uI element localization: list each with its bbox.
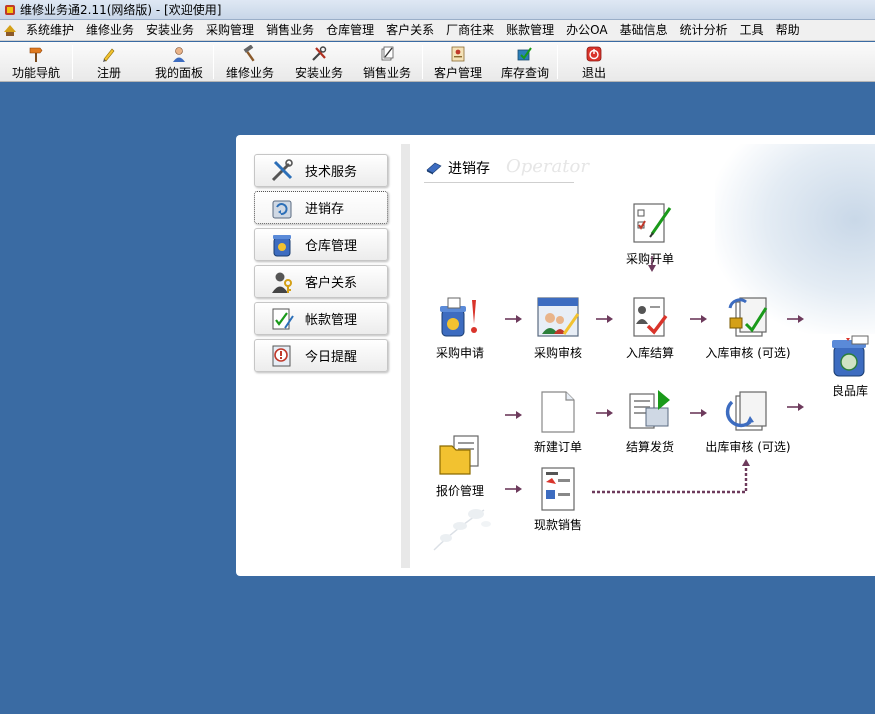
contact-card-icon	[451, 46, 465, 62]
arrow-request-to-review-head	[516, 315, 522, 323]
dashboard-button[interactable]: 我的面板	[145, 42, 213, 82]
hammer-icon	[243, 45, 255, 62]
window-title: 维修业务通2.11(网络版) - [欢迎使用]	[20, 3, 222, 17]
sidebar-item-accounts[interactable]: 帐款管理	[254, 302, 388, 335]
module-sidebar: 技术服务 进销存 仓库管理 客户关系 帐款管理 今日提醒	[244, 144, 401, 568]
workflow-area: Operator 进销存 采购开单 采购申请 采购审核 入库结算 入库审核 (可…	[410, 144, 875, 568]
menu-oa[interactable]: 办公OA	[560, 20, 613, 41]
arrow-review-to-settle-head	[607, 315, 613, 323]
arrow-order-to-ship-head	[607, 409, 613, 417]
arrow-to-new-order-head	[516, 411, 522, 419]
power-icon	[586, 46, 602, 62]
customer-button[interactable]: 客户管理	[423, 42, 493, 82]
arrow-outbound-to-stock-head	[798, 403, 804, 411]
signpost-icon	[29, 47, 43, 62]
checklist-icon	[272, 308, 294, 329]
arrow-to-cash-sale-head	[516, 485, 522, 493]
sidebar-item-tech-service[interactable]: 技术服务	[254, 154, 388, 187]
window-titlebar: 维修业务通2.11(网络版) - [欢迎使用]	[0, 0, 875, 20]
menu-accounts[interactable]: 账款管理	[500, 20, 560, 41]
main-panel: 技术服务 进销存 仓库管理 客户关系 帐款管理 今日提醒 Operator 进销…	[236, 135, 875, 576]
menu-bar: 系统维护 维修业务 安装业务 采购管理 销售业务 仓库管理 客户关系 厂商往来 …	[0, 20, 875, 41]
inventory-check-icon	[517, 47, 532, 61]
sidebar-item-warehouse[interactable]: 仓库管理	[254, 228, 388, 261]
user-icon	[173, 47, 185, 62]
sidebar-item-reminder[interactable]: 今日提醒	[254, 339, 388, 372]
recycle-cube-icon	[272, 200, 292, 218]
menu-warehouse[interactable]: 仓库管理	[320, 20, 380, 41]
documents-pen-icon	[381, 46, 394, 61]
menu-tools[interactable]: 工具	[734, 20, 770, 41]
arrow-settle-to-inbound-review-head	[701, 315, 707, 323]
arrow-ship-to-outbound-head	[701, 409, 707, 417]
menu-statistics[interactable]: 统计分析	[674, 20, 734, 41]
sidebar-item-inventory[interactable]: 进销存	[254, 191, 388, 224]
tools-icon	[271, 158, 293, 181]
dashed-connector-head	[742, 459, 750, 466]
sales-button[interactable]: 销售业务	[352, 42, 422, 82]
menu-repair[interactable]: 维修业务	[80, 20, 140, 41]
menu-vendor[interactable]: 厂商往来	[440, 20, 500, 41]
menu-help[interactable]: 帮助	[770, 20, 806, 41]
bin-icon	[273, 234, 291, 256]
dashed-connector-cash-to-outbound	[592, 466, 748, 494]
nav-button[interactable]: 功能导航	[0, 42, 72, 82]
system-menu-icon[interactable]	[2, 22, 18, 38]
register-button[interactable]: 注册	[73, 42, 145, 82]
tools-icon	[312, 46, 327, 61]
pencil-icon	[103, 48, 115, 62]
users-key-icon	[272, 272, 292, 293]
menu-system[interactable]: 系统维护	[20, 20, 80, 41]
toolbar: 功能导航 注册 我的面板 维修业务 安装业务 销售业务 客户管理 库存查询 退出	[0, 42, 875, 82]
arrow-inbound-to-stock-head	[798, 315, 804, 323]
menu-sales[interactable]: 销售业务	[260, 20, 320, 41]
menu-purchase[interactable]: 采购管理	[200, 20, 260, 41]
menu-basic-info[interactable]: 基础信息	[614, 20, 674, 41]
decorative-flower-icon	[433, 509, 491, 551]
repair-button[interactable]: 维修业务	[214, 42, 286, 82]
app-icon	[5, 4, 15, 15]
stock-query-button[interactable]: 库存查询	[493, 42, 557, 82]
alert-document-icon	[272, 345, 291, 366]
arrow-purchase-order-down-head	[648, 265, 656, 272]
exit-button[interactable]: 退出	[558, 42, 630, 82]
install-button[interactable]: 安装业务	[286, 42, 352, 82]
menu-install[interactable]: 安装业务	[140, 20, 200, 41]
sidebar-item-customer[interactable]: 客户关系	[254, 265, 388, 298]
menu-customer[interactable]: 客户关系	[380, 20, 440, 41]
